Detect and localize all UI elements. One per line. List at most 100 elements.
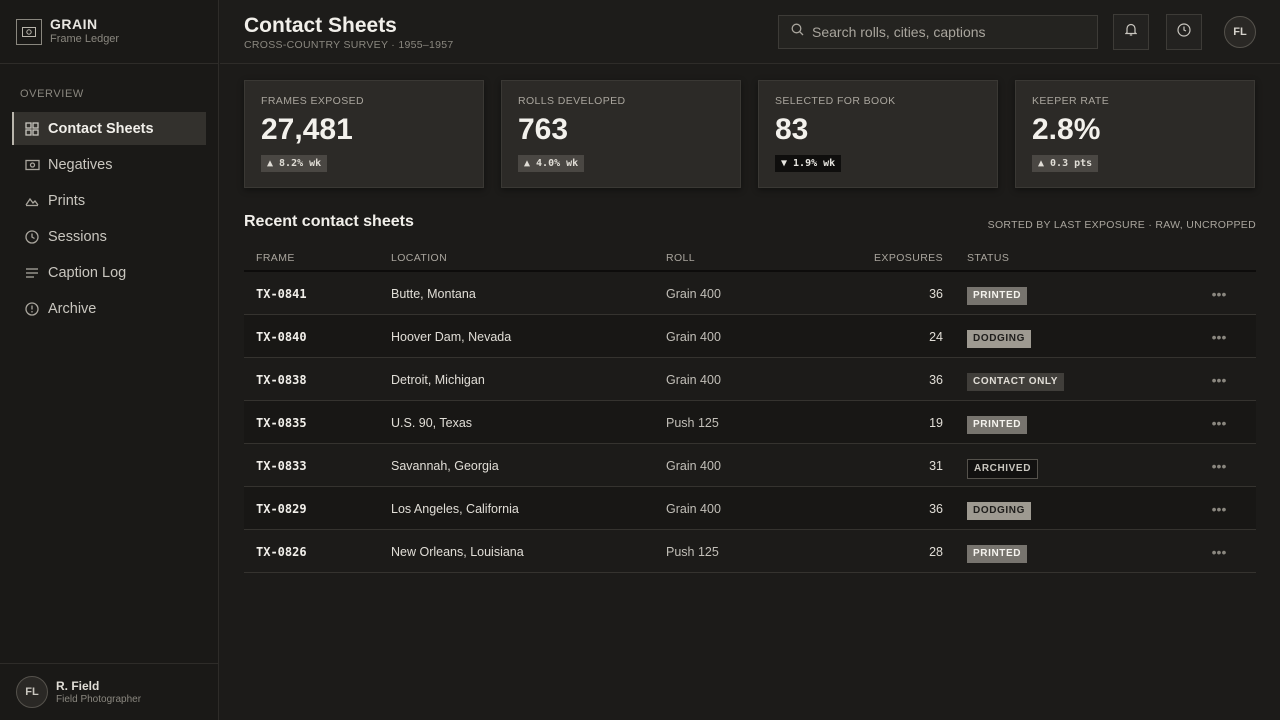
column-header-frame[interactable]: FRAME (256, 252, 295, 264)
frame-id: TX-0838 (256, 373, 307, 387)
roll: Grain 400 (666, 459, 721, 473)
status-badge: PRINTED (967, 545, 1028, 563)
user-name: R. Field (56, 678, 100, 693)
sidebar-user[interactable]: FL R. Field Field Photographer (0, 663, 219, 720)
more-icon[interactable]: ••• (1210, 330, 1228, 350)
stat-delta: ▲ 8.2% wk (261, 155, 328, 172)
frame-id: TX-0840 (256, 330, 307, 344)
more-icon[interactable]: ••• (1210, 287, 1228, 307)
lines-icon (24, 265, 40, 281)
status-badge: DODGING (967, 502, 1031, 520)
sidebar-item-label: Contact Sheets (48, 120, 154, 137)
sidebar-item-sessions[interactable]: Sessions (12, 220, 206, 253)
table-row[interactable]: TX-0833 Savannah, Georgia Grain 400 31 A… (244, 444, 1256, 487)
notifications-button[interactable] (1113, 14, 1149, 50)
frame-id: TX-0835 (256, 416, 307, 430)
sort-info: SORTED BY LAST EXPOSURE · RAW, UNCROPPED (987, 219, 1256, 231)
clock-icon (1177, 22, 1191, 42)
stat-label: SELECTED FOR BOOK (775, 95, 896, 107)
sidebar-item-label: Sessions (48, 228, 107, 245)
brand[interactable]: GRAIN Frame Ledger (0, 0, 218, 64)
column-header-exposures[interactable]: EXPOSURES (874, 252, 943, 264)
exposures: 36 (929, 373, 943, 387)
more-icon[interactable]: ••• (1210, 545, 1228, 565)
search-box[interactable] (778, 15, 1098, 49)
roll: Grain 400 (666, 330, 721, 344)
more-icon[interactable]: ••• (1210, 416, 1228, 436)
stat-label: KEEPER RATE (1032, 95, 1110, 107)
table-row[interactable]: TX-0840 Hoover Dam, Nevada Grain 400 24 … (244, 315, 1256, 358)
location: Savannah, Georgia (391, 459, 499, 473)
exposures: 31 (929, 459, 943, 473)
user-avatar[interactable]: FL (1224, 16, 1256, 48)
roll: Push 125 (666, 545, 719, 559)
grid-icon (24, 121, 40, 137)
search-icon (791, 23, 804, 41)
roll: Push 125 (666, 416, 719, 430)
status-badge: PRINTED (967, 416, 1028, 434)
exposures: 28 (929, 545, 943, 559)
table-header: FRAME LOCATION ROLL EXPOSURES STATUS (244, 243, 1256, 272)
sidebar-item-prints[interactable]: Prints (12, 184, 206, 217)
column-header-location[interactable]: LOCATION (391, 252, 447, 264)
exposures: 36 (929, 502, 943, 516)
table-row[interactable]: TX-0838 Detroit, Michigan Grain 400 36 C… (244, 358, 1256, 401)
camera-icon (16, 18, 42, 45)
column-header-roll[interactable]: ROLL (666, 252, 695, 264)
page-title: Contact Sheets (244, 14, 397, 37)
more-icon[interactable]: ••• (1210, 502, 1228, 522)
sidebar-item-label: Prints (48, 192, 86, 209)
exposures: 19 (929, 416, 943, 430)
exposures: 24 (929, 330, 943, 344)
sidebar-item-label: Archive (48, 300, 97, 317)
sidebar-item-caption-log[interactable]: Caption Log (12, 256, 206, 289)
stat-value: 2.8% (1032, 113, 1101, 146)
status-badge: PRINTED (967, 287, 1028, 305)
stat-card-keeper-rate: KEEPER RATE 2.8% ▲ 0.3 pts (1015, 80, 1255, 188)
nav-section-label: OVERVIEW (20, 88, 84, 100)
roll: Grain 400 (666, 373, 721, 387)
sidebar: GRAIN Frame Ledger OVERVIEW Contact Shee… (0, 0, 219, 720)
stat-delta: ▼ 1.9% wk (775, 155, 842, 172)
roll: Grain 400 (666, 502, 721, 516)
exposures: 36 (929, 287, 943, 301)
sidebar-item-negatives[interactable]: Negatives (12, 148, 206, 181)
more-icon[interactable]: ••• (1210, 459, 1228, 479)
table-row[interactable]: TX-0829 Los Angeles, California Grain 40… (244, 487, 1256, 530)
stat-card-rolls-developed: ROLLS DEVELOPED 763 ▲ 4.0% wk (501, 80, 741, 188)
sidebar-item-label: Caption Log (48, 264, 127, 281)
frame-id: TX-0833 (256, 459, 307, 473)
table-row[interactable]: TX-0841 Butte, Montana Grain 400 36 PRIN… (244, 272, 1256, 315)
table-row[interactable]: TX-0835 U.S. 90, Texas Push 125 19 PRINT… (244, 401, 1256, 444)
archive-icon (24, 301, 40, 317)
location: Butte, Montana (391, 287, 476, 301)
history-button[interactable] (1166, 14, 1202, 50)
clock-icon (24, 229, 40, 245)
roll: Grain 400 (666, 287, 721, 301)
sidebar-item-contact-sheets[interactable]: Contact Sheets (12, 112, 206, 145)
location: New Orleans, Louisiana (391, 545, 524, 559)
status-badge: DODGING (967, 330, 1031, 348)
stat-delta: ▲ 0.3 pts (1032, 155, 1099, 172)
film-icon (24, 157, 40, 173)
stat-delta: ▲ 4.0% wk (518, 155, 585, 172)
sidebar-item-archive[interactable]: Archive (12, 292, 206, 325)
column-header-status[interactable]: STATUS (967, 252, 1009, 264)
stat-value: 83 (775, 113, 809, 146)
location: U.S. 90, Texas (391, 416, 473, 430)
more-icon[interactable]: ••• (1210, 373, 1228, 393)
section-title: Recent contact sheets (244, 213, 414, 230)
location: Hoover Dam, Nevada (391, 330, 512, 344)
table-row[interactable]: TX-0826 New Orleans, Louisiana Push 125 … (244, 530, 1256, 573)
brand-name: GRAIN (50, 16, 98, 32)
stat-label: ROLLS DEVELOPED (518, 95, 626, 107)
stat-value: 27,481 (261, 113, 353, 146)
stat-card-selected-for-book: SELECTED FOR BOOK 83 ▼ 1.9% wk (758, 80, 998, 188)
location: Los Angeles, California (391, 502, 519, 516)
mountain-icon (24, 193, 40, 209)
stat-label: FRAMES EXPOSED (261, 95, 365, 107)
brand-subtitle: Frame Ledger (50, 33, 120, 45)
sidebar-nav: Contact Sheets Negatives Prints Sessions… (0, 108, 218, 325)
stat-card-frames-exposed: FRAMES EXPOSED 27,481 ▲ 8.2% wk (244, 80, 484, 188)
search-input[interactable] (812, 24, 1082, 40)
